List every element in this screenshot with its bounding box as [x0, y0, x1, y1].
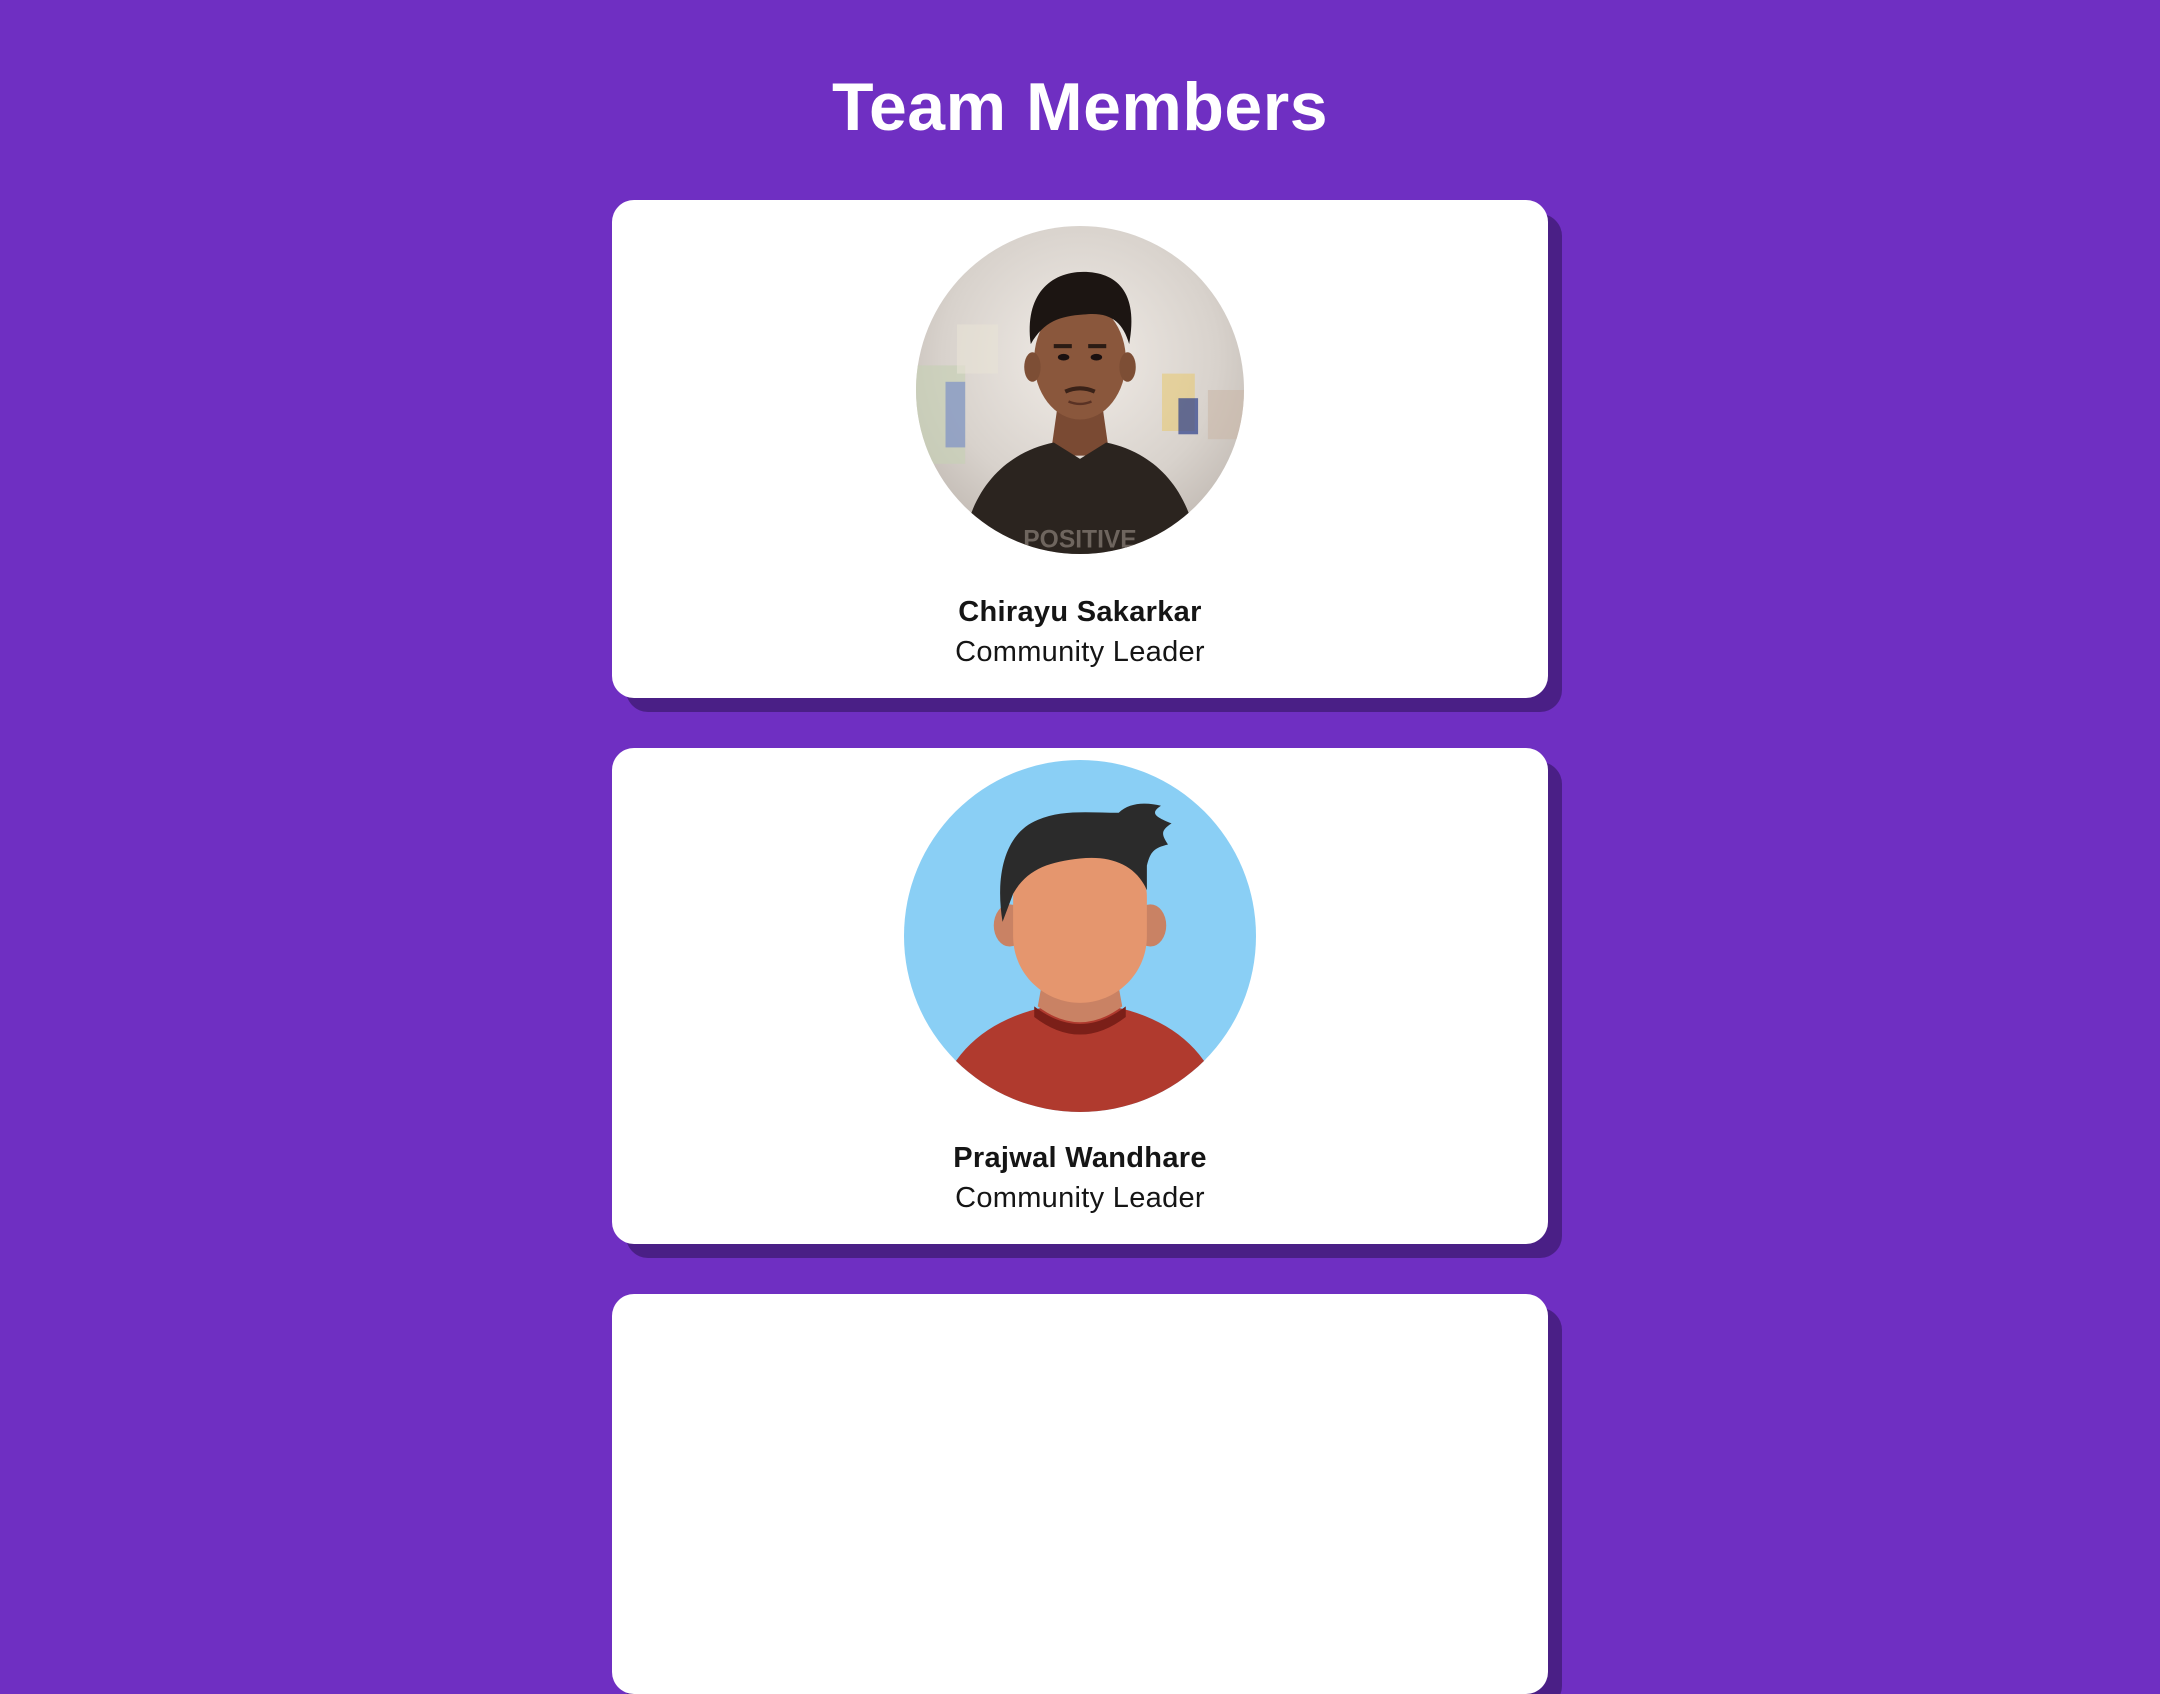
team-member-card — [612, 1294, 1548, 1694]
member-role: Community Leader — [955, 1182, 1205, 1214]
photo-avatar-icon: POSITIVE — [916, 226, 1244, 554]
page-title: Team Members — [831, 69, 1329, 145]
team-member-card: POSITIVE Chirayu Sakarkar Community Lead… — [612, 200, 1548, 698]
member-role: Community Leader — [955, 636, 1205, 668]
cartoon-avatar-icon — [904, 760, 1256, 1112]
svg-text:POSITIVE: POSITIVE — [1023, 526, 1136, 553]
member-name: Chirayu Sakarkar — [958, 596, 1202, 628]
member-name: Prajwal Wandhare — [953, 1142, 1207, 1174]
team-member-card: Prajwal Wandhare Community Leader — [612, 748, 1548, 1244]
